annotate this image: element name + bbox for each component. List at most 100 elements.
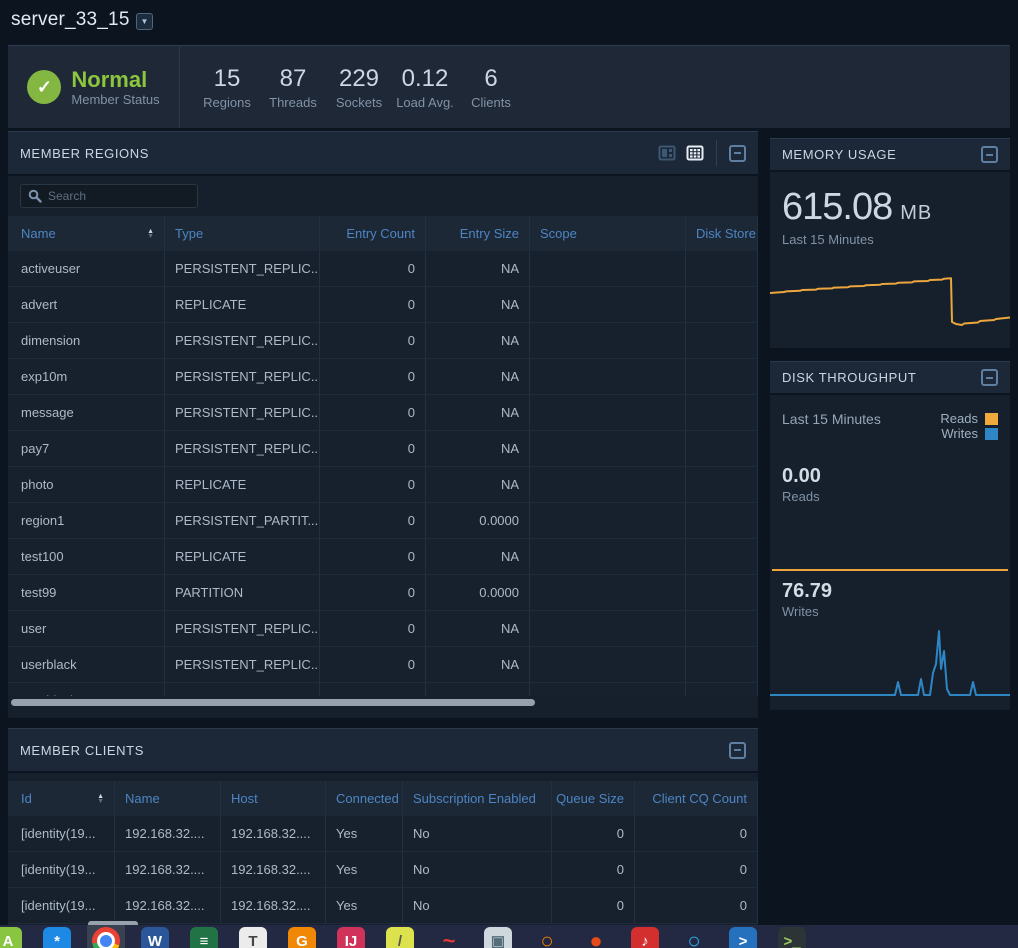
taskbar-icon-chrome[interactable] (91, 927, 121, 948)
table-cell (686, 431, 758, 466)
disk-throughput-header: DISK THROUGHPUT (770, 361, 1010, 395)
status-metric-threads: 87Threads (260, 65, 326, 110)
clients-table-body: [identity(19...192.168.32....192.168.32.… (8, 816, 758, 924)
table-row[interactable]: dimensionPERSISTENT_REPLIC...0NA (8, 323, 758, 359)
table-cell (530, 503, 686, 538)
column-header-disk-store[interactable]: Disk Store (686, 216, 758, 251)
regions-hscroll-thumb[interactable] (11, 699, 535, 706)
table-cell (530, 575, 686, 610)
regions-search-box[interactable] (20, 184, 198, 208)
table-row[interactable]: pay7PERSISTENT_REPLIC...0NA (8, 431, 758, 467)
memory-unit: MB (900, 202, 932, 224)
table-row[interactable]: [identity(19...192.168.32....192.168.32.… (8, 816, 758, 852)
taskbar-icon-spreadsheet[interactable]: ≡ (189, 927, 219, 948)
table-row[interactable]: activeuserPERSISTENT_REPLIC...0NA (8, 251, 758, 287)
header-separator (716, 140, 717, 166)
member-regions-header: MEMBER REGIONS (8, 131, 758, 176)
treemap-view-icon[interactable] (658, 144, 676, 162)
taskbar-icon-red-swirl-app[interactable]: ~ (434, 927, 464, 948)
disk-reads-label: Reads (782, 489, 998, 504)
table-cell: 192.168.32.... (115, 852, 221, 887)
table-cell (530, 611, 686, 646)
taskbar-icon-textedit[interactable]: T (238, 927, 268, 948)
column-header-entry-count[interactable]: Entry Count (320, 216, 426, 251)
taskbar-icon-android-app[interactable]: A (0, 927, 23, 948)
table-row[interactable]: [identity(19...192.168.32....192.168.32.… (8, 852, 758, 888)
table-row[interactable]: userblackPERSISTENT_REPLIC...0NA (8, 647, 758, 683)
column-header-scope[interactable]: Scope (530, 216, 686, 251)
status-check-icon: ✓ (27, 70, 61, 104)
table-cell: PERSISTENT_REPLIC... (165, 683, 320, 696)
taskbar-icon-intellij[interactable]: IJ (336, 927, 366, 948)
column-header-type[interactable]: Type (165, 216, 320, 251)
table-row[interactable]: photoREPLICATE0NA (8, 467, 758, 503)
taskbar-icon-blue-ring-app[interactable]: ○ (679, 927, 709, 948)
table-cell: 0 (320, 359, 426, 394)
table-cell (530, 467, 686, 502)
taskbar: A * W ≡ TG IJ / ~ ▣ ○ ● ♪ ○ > >_ (0, 925, 1018, 948)
column-header-client-cq-count[interactable]: Client CQ Count (635, 781, 758, 816)
legend-swatch-reads (985, 413, 998, 425)
taskbar-icon-orange-ring-app[interactable]: ○ (532, 927, 562, 948)
table-cell: NA (426, 323, 530, 358)
regions-search-row (8, 176, 758, 216)
table-cell (530, 431, 686, 466)
collapse-memory-icon[interactable] (981, 146, 998, 163)
sort-icon[interactable]: ▲▼ (147, 229, 154, 239)
table-cell: NA (426, 647, 530, 682)
disk-throughput-panel: DISK THROUGHPUT Last 15 Minutes ReadsWri… (770, 361, 1010, 710)
taskbar-icon-script-editor[interactable]: / (385, 927, 415, 948)
status-metrics: 15Regions87Threads229Sockets0.12Load Avg… (194, 65, 524, 110)
grid-view-icon[interactable] (686, 144, 704, 162)
table-cell: NA (426, 539, 530, 574)
taskbar-icon-netease-music[interactable]: ♪ (630, 927, 660, 948)
table-row[interactable]: messagePERSISTENT_REPLIC...0NA (8, 395, 758, 431)
table-cell: PERSISTENT_REPLIC... (165, 251, 320, 286)
table-cell (686, 251, 758, 286)
dock: A * W ≡ TG IJ / ~ ▣ ○ ● ♪ ○ > >_ (0, 927, 807, 948)
column-header-host[interactable]: Host (221, 781, 326, 816)
taskbar-icon-blue-asterisk[interactable]: * (42, 927, 72, 948)
table-row[interactable]: [identity(19...192.168.32....192.168.32.… (8, 888, 758, 924)
memory-usage-header: MEMORY USAGE (770, 138, 1010, 172)
disk-writes-value: 76.79 (782, 580, 998, 603)
column-header-queue-size[interactable]: Queue Size (552, 781, 635, 816)
table-cell: PARTITION (165, 575, 320, 610)
column-header-connected[interactable]: Connected (326, 781, 403, 816)
sort-icon[interactable]: ▲▼ (97, 794, 104, 804)
table-cell: PERSISTENT_PARTIT... (165, 503, 320, 538)
table-cell: NA (426, 611, 530, 646)
table-row[interactable]: userPERSISTENT_REPLIC...0NA (8, 611, 758, 647)
regions-horizontal-scrollbar (8, 698, 758, 707)
taskbar-icon-powershell[interactable]: > (728, 927, 758, 948)
column-header-subscription-enabled[interactable]: Subscription Enabled (403, 781, 552, 816)
table-cell (686, 647, 758, 682)
taskbar-icon-orange-g-app[interactable]: G (287, 927, 317, 948)
collapse-regions-icon[interactable] (729, 145, 746, 162)
collapse-clients-icon[interactable] (729, 742, 746, 759)
taskbar-icon-terminal[interactable]: >_ (777, 927, 807, 948)
table-row[interactable]: userblack2PERSISTENT_REPLIC...0NA (8, 683, 758, 696)
table-row[interactable]: test99PARTITION00.0000 (8, 575, 758, 611)
regions-search-input[interactable] (48, 189, 178, 203)
taskbar-icon-word[interactable]: W (140, 927, 170, 948)
table-cell: 0 (635, 816, 758, 851)
collapse-disk-icon[interactable] (981, 369, 998, 386)
taskbar-icon-orange-dot-app[interactable]: ● (581, 927, 611, 948)
column-header-name[interactable]: Name (115, 781, 221, 816)
table-cell: 0 (320, 467, 426, 502)
table-cell (686, 611, 758, 646)
disk-legend: ReadsWrites (940, 411, 998, 441)
column-header-id[interactable]: Id▲▼ (8, 781, 115, 816)
column-header-entry-size[interactable]: Entry Size (426, 216, 530, 251)
table-row[interactable]: exp10mPERSISTENT_REPLIC...0NA (8, 359, 758, 395)
member-dropdown-icon[interactable]: ▼ (136, 13, 153, 30)
table-row[interactable]: region1PERSISTENT_PARTIT...00.0000 (8, 503, 758, 539)
table-row[interactable]: test100REPLICATE0NA (8, 539, 758, 575)
member-clients-panel: MEMBER CLIENTS Id▲▼NameHostConnectedSubs… (8, 728, 758, 925)
table-row[interactable]: advertREPLICATE0NA (8, 287, 758, 323)
column-header-name[interactable]: Name▲▼ (8, 216, 165, 251)
table-cell (530, 251, 686, 286)
taskbar-icon-image-viewer[interactable]: ▣ (483, 927, 513, 948)
table-cell (530, 539, 686, 574)
